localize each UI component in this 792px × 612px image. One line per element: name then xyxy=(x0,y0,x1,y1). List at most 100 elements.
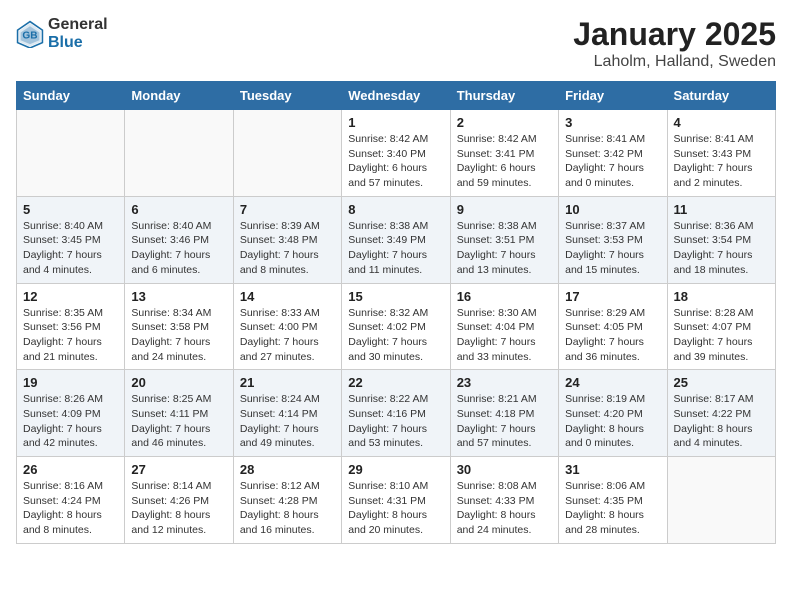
page-header: GB General Blue January 2025 Laholm, Hal… xyxy=(16,16,776,71)
day-number: 2 xyxy=(457,115,552,130)
day-number: 20 xyxy=(131,375,226,390)
day-cell-19: 19 Sunrise: 8:26 AM Sunset: 4:09 PM Dayli… xyxy=(17,370,125,457)
day-cell-25: 25Sunrise: 8:17 AM Sunset: 4:22 PM Dayli… xyxy=(667,370,775,457)
day-number: 27 xyxy=(131,462,226,477)
day-number: 30 xyxy=(457,462,552,477)
day-number: 21 xyxy=(240,375,335,390)
day-cell-18: 18 Sunrise: 8:28 AM Sunset: 4:07 PM Dayli… xyxy=(667,283,775,370)
day-cell-28: 28 Sunrise: 8:12 AM Sunset: 4:28 PM Dayli… xyxy=(233,457,341,544)
day-cell-27: 27 Sunrise: 8:14 AM Sunset: 4:26 PM Dayli… xyxy=(125,457,233,544)
day-info: Sunrise: 8:40 AM Sunset: 3:46 PM Dayligh… xyxy=(131,219,226,278)
day-number: 26 xyxy=(23,462,118,477)
day-cell-13: 13 Sunrise: 8:34 AM Sunset: 3:58 PM Dayli… xyxy=(125,283,233,370)
day-number: 25 xyxy=(674,375,769,390)
day-cell-12: 12Sunrise: 8:35 AM Sunset: 3:56 PM Dayli… xyxy=(17,283,125,370)
day-number: 22 xyxy=(348,375,443,390)
day-cell-29: 29 Sunrise: 8:10 AM Sunset: 4:31 PM Dayli… xyxy=(342,457,450,544)
logo-general: General xyxy=(48,16,108,33)
day-info: Sunrise: 8:12 AM Sunset: 4:28 PM Dayligh… xyxy=(240,479,335,538)
day-cell-10: 10Sunrise: 8:37 AM Sunset: 3:53 PM Dayli… xyxy=(559,196,667,283)
day-number: 6 xyxy=(131,202,226,217)
day-cell-11: 11 Sunrise: 8:36 AM Sunset: 3:54 PM Dayli… xyxy=(667,196,775,283)
day-number: 23 xyxy=(457,375,552,390)
day-cell-23: 23 Sunrise: 8:21 AM Sunset: 4:18 PM Dayli… xyxy=(450,370,558,457)
day-info: Sunrise: 8:41 AM Sunset: 3:43 PM Dayligh… xyxy=(674,132,769,191)
day-info: Sunrise: 8:36 AM Sunset: 3:54 PM Dayligh… xyxy=(674,219,769,278)
day-number: 13 xyxy=(131,289,226,304)
day-info: Sunrise: 8:38 AM Sunset: 3:49 PM Dayligh… xyxy=(348,219,443,278)
weekday-saturday: Saturday xyxy=(667,82,775,110)
day-number: 9 xyxy=(457,202,552,217)
day-cell-17: 17Sunrise: 8:29 AM Sunset: 4:05 PM Dayli… xyxy=(559,283,667,370)
day-cell-empty xyxy=(17,110,125,197)
logo: GB General Blue xyxy=(16,16,108,51)
day-info: Sunrise: 8:42 AM Sunset: 3:40 PM Dayligh… xyxy=(348,132,443,191)
day-number: 18 xyxy=(674,289,769,304)
day-info: Sunrise: 8:10 AM Sunset: 4:31 PM Dayligh… xyxy=(348,479,443,538)
day-number: 14 xyxy=(240,289,335,304)
day-info: Sunrise: 8:25 AM Sunset: 4:11 PM Dayligh… xyxy=(131,392,226,451)
weekday-header-row: SundayMondayTuesdayWednesdayThursdayFrid… xyxy=(17,82,776,110)
day-info: Sunrise: 8:40 AM Sunset: 3:45 PM Dayligh… xyxy=(23,219,118,278)
day-cell-3: 3 Sunrise: 8:41 AM Sunset: 3:42 PM Daylig… xyxy=(559,110,667,197)
day-info: Sunrise: 8:29 AM Sunset: 4:05 PM Dayligh… xyxy=(565,306,660,365)
week-row-4: 19 Sunrise: 8:26 AM Sunset: 4:09 PM Dayli… xyxy=(17,370,776,457)
calendar-subtitle: Laholm, Halland, Sweden xyxy=(573,53,776,71)
day-number: 7 xyxy=(240,202,335,217)
day-cell-4: 4 Sunrise: 8:41 AM Sunset: 3:43 PM Daylig… xyxy=(667,110,775,197)
day-number: 8 xyxy=(348,202,443,217)
day-info: Sunrise: 8:08 AM Sunset: 4:33 PM Dayligh… xyxy=(457,479,552,538)
day-info: Sunrise: 8:41 AM Sunset: 3:42 PM Dayligh… xyxy=(565,132,660,191)
title-block: January 2025 Laholm, Halland, Sweden xyxy=(573,16,776,71)
day-number: 1 xyxy=(348,115,443,130)
day-info: Sunrise: 8:14 AM Sunset: 4:26 PM Dayligh… xyxy=(131,479,226,538)
day-info: Sunrise: 8:34 AM Sunset: 3:58 PM Dayligh… xyxy=(131,306,226,365)
logo-text-block: General Blue xyxy=(48,16,108,51)
day-info: Sunrise: 8:24 AM Sunset: 4:14 PM Dayligh… xyxy=(240,392,335,451)
weekday-thursday: Thursday xyxy=(450,82,558,110)
day-cell-31: 31 Sunrise: 8:06 AM Sunset: 4:35 PM Dayli… xyxy=(559,457,667,544)
logo-icon: GB xyxy=(16,20,44,48)
day-number: 5 xyxy=(23,202,118,217)
day-cell-2: 2 Sunrise: 8:42 AM Sunset: 3:41 PM Daylig… xyxy=(450,110,558,197)
day-cell-14: 14 Sunrise: 8:33 AM Sunset: 4:00 PM Dayli… xyxy=(233,283,341,370)
day-info: Sunrise: 8:28 AM Sunset: 4:07 PM Dayligh… xyxy=(674,306,769,365)
day-cell-22: 22Sunrise: 8:22 AM Sunset: 4:16 PM Dayli… xyxy=(342,370,450,457)
day-number: 11 xyxy=(674,202,769,217)
day-cell-6: 6 Sunrise: 8:40 AM Sunset: 3:46 PM Daylig… xyxy=(125,196,233,283)
day-info: Sunrise: 8:19 AM Sunset: 4:20 PM Dayligh… xyxy=(565,392,660,451)
week-row-3: 12Sunrise: 8:35 AM Sunset: 3:56 PM Dayli… xyxy=(17,283,776,370)
day-info: Sunrise: 8:21 AM Sunset: 4:18 PM Dayligh… xyxy=(457,392,552,451)
day-info: Sunrise: 8:39 AM Sunset: 3:48 PM Dayligh… xyxy=(240,219,335,278)
day-number: 3 xyxy=(565,115,660,130)
day-number: 19 xyxy=(23,375,118,390)
weekday-wednesday: Wednesday xyxy=(342,82,450,110)
day-info: Sunrise: 8:26 AM Sunset: 4:09 PM Dayligh… xyxy=(23,392,118,451)
week-row-5: 26 Sunrise: 8:16 AM Sunset: 4:24 PM Dayli… xyxy=(17,457,776,544)
day-number: 29 xyxy=(348,462,443,477)
day-info: Sunrise: 8:30 AM Sunset: 4:04 PM Dayligh… xyxy=(457,306,552,365)
svg-text:GB: GB xyxy=(22,30,37,41)
day-info: Sunrise: 8:32 AM Sunset: 4:02 PM Dayligh… xyxy=(348,306,443,365)
day-info: Sunrise: 8:33 AM Sunset: 4:00 PM Dayligh… xyxy=(240,306,335,365)
logo-blue: Blue xyxy=(48,34,83,51)
day-number: 4 xyxy=(674,115,769,130)
day-info: Sunrise: 8:42 AM Sunset: 3:41 PM Dayligh… xyxy=(457,132,552,191)
week-row-2: 5 Sunrise: 8:40 AM Sunset: 3:45 PM Daylig… xyxy=(17,196,776,283)
day-info: Sunrise: 8:06 AM Sunset: 4:35 PM Dayligh… xyxy=(565,479,660,538)
day-cell-26: 26 Sunrise: 8:16 AM Sunset: 4:24 PM Dayli… xyxy=(17,457,125,544)
day-number: 28 xyxy=(240,462,335,477)
day-cell-empty xyxy=(125,110,233,197)
day-info: Sunrise: 8:35 AM Sunset: 3:56 PM Dayligh… xyxy=(23,306,118,365)
day-info: Sunrise: 8:38 AM Sunset: 3:51 PM Dayligh… xyxy=(457,219,552,278)
day-number: 15 xyxy=(348,289,443,304)
week-row-1: 1 Sunrise: 8:42 AM Sunset: 3:40 PM Daylig… xyxy=(17,110,776,197)
day-info: Sunrise: 8:37 AM Sunset: 3:53 PM Dayligh… xyxy=(565,219,660,278)
day-info: Sunrise: 8:16 AM Sunset: 4:24 PM Dayligh… xyxy=(23,479,118,538)
day-cell-24: 24Sunrise: 8:19 AM Sunset: 4:20 PM Dayli… xyxy=(559,370,667,457)
day-number: 31 xyxy=(565,462,660,477)
day-cell-21: 21 Sunrise: 8:24 AM Sunset: 4:14 PM Dayli… xyxy=(233,370,341,457)
day-cell-30: 30 Sunrise: 8:08 AM Sunset: 4:33 PM Dayli… xyxy=(450,457,558,544)
weekday-tuesday: Tuesday xyxy=(233,82,341,110)
day-cell-empty xyxy=(233,110,341,197)
